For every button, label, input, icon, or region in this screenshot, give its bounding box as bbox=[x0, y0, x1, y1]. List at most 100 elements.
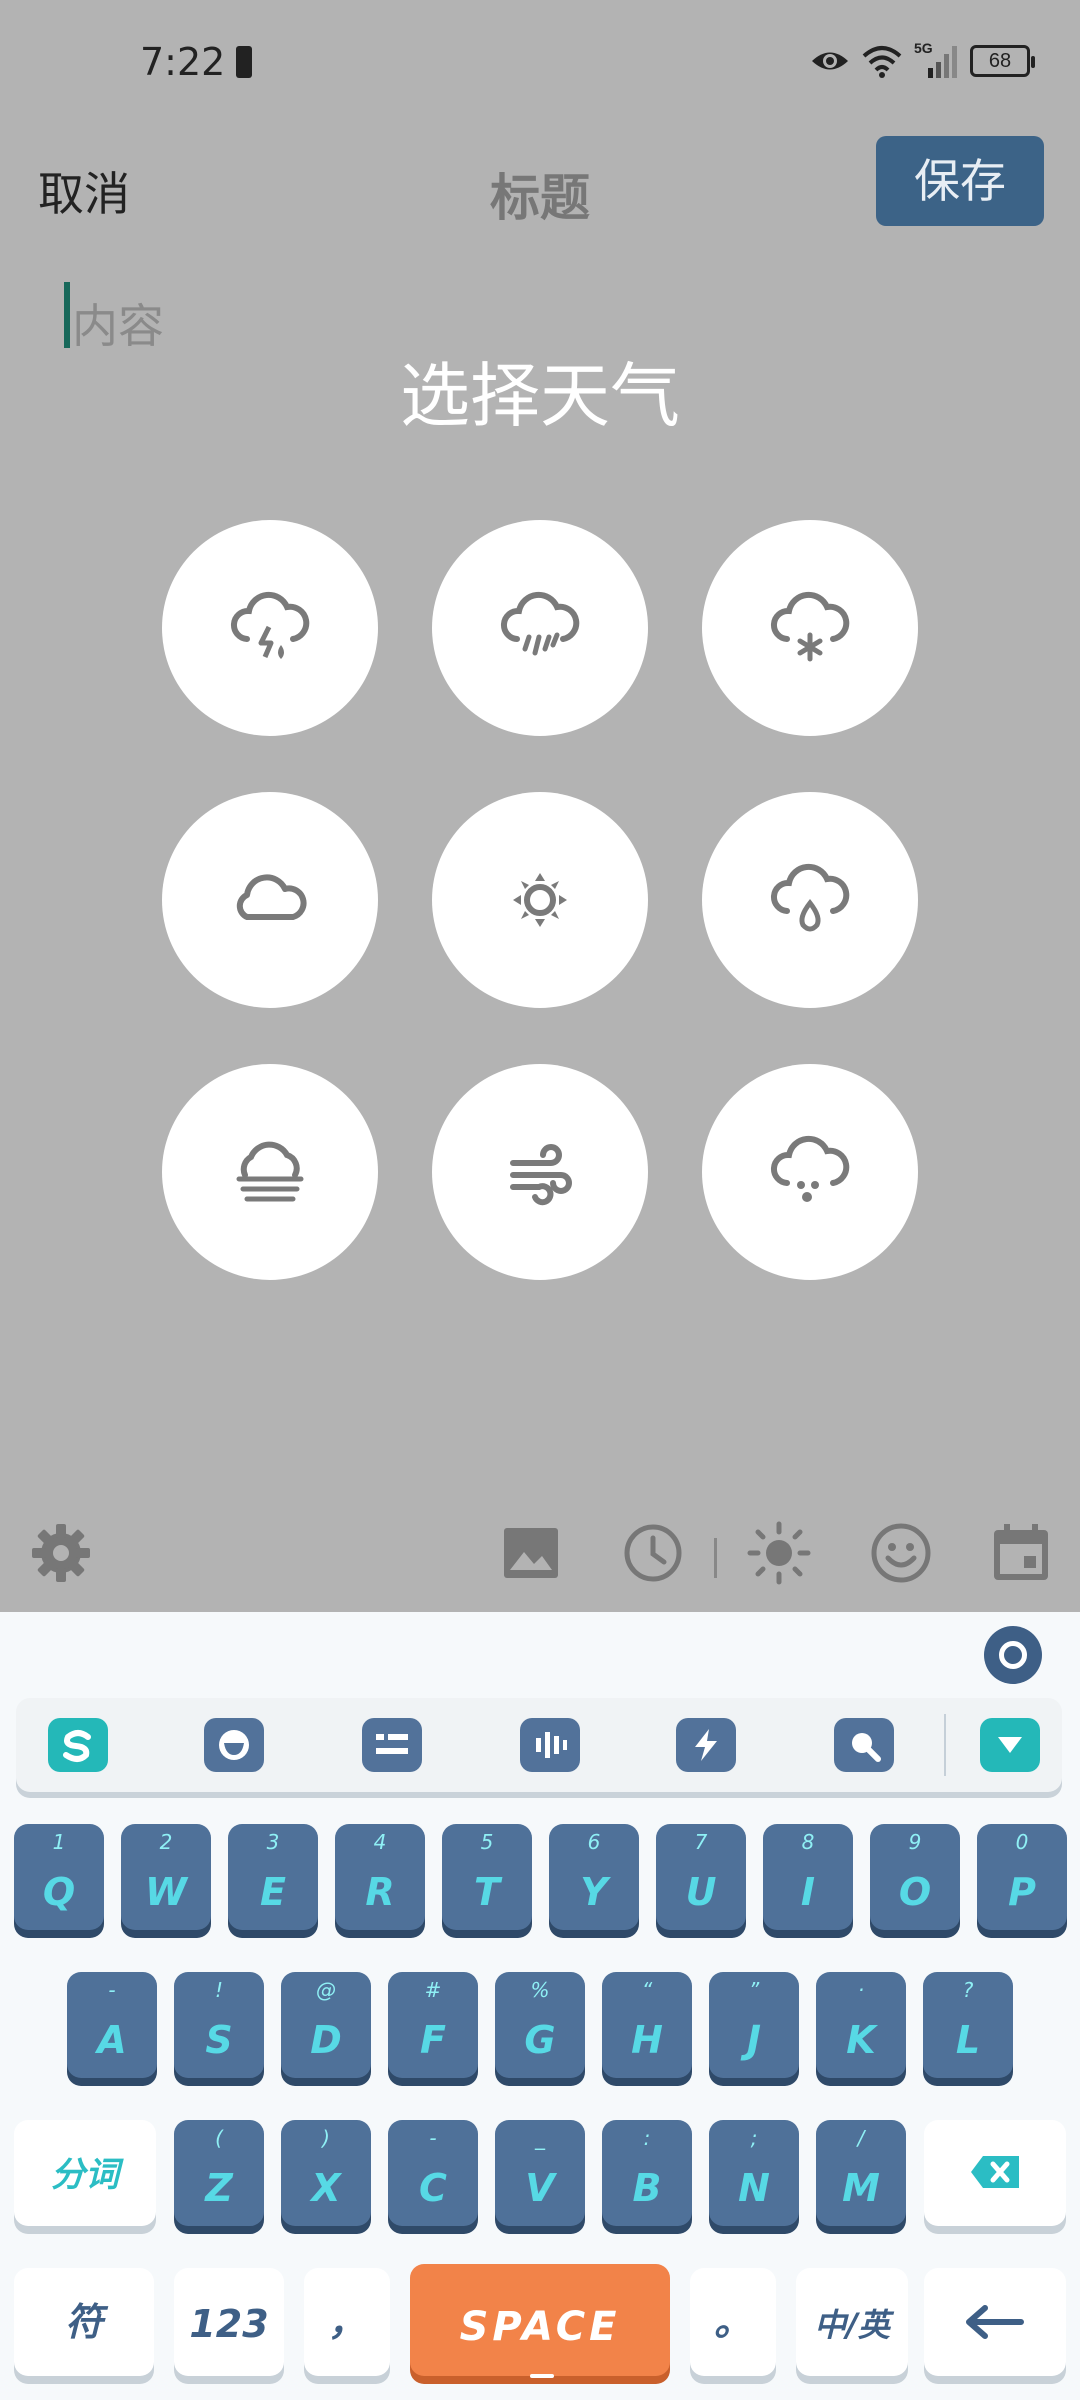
cancel-button[interactable]: 取消 bbox=[38, 158, 130, 224]
comma-key[interactable]: ， bbox=[304, 2268, 390, 2376]
backspace-key[interactable] bbox=[924, 2120, 1066, 2226]
settings-icon bbox=[32, 1524, 90, 1582]
key-j[interactable]: ” J bbox=[709, 1972, 799, 2078]
key-m[interactable]: / M bbox=[816, 2120, 906, 2226]
key-z[interactable]: (Z bbox=[174, 2120, 264, 2226]
kb-search-button[interactable] bbox=[834, 1718, 894, 1772]
kb-collapse-button[interactable] bbox=[980, 1718, 1040, 1772]
wind-icon bbox=[510, 1144, 572, 1206]
weather-option-hail[interactable] bbox=[702, 1064, 918, 1280]
enter-key[interactable] bbox=[924, 2268, 1066, 2376]
key-o[interactable]: 9O bbox=[870, 1824, 960, 1930]
lightning-icon bbox=[695, 1729, 717, 1761]
key-c[interactable]: -C bbox=[388, 2120, 478, 2226]
key-d[interactable]: @ D bbox=[281, 1972, 371, 2078]
key-t[interactable]: 5T bbox=[442, 1824, 532, 1930]
weather-grid bbox=[162, 520, 918, 1280]
battery-saver-icon bbox=[236, 46, 252, 78]
status-icons: 5G 68 bbox=[810, 40, 1035, 78]
key-l[interactable]: ? L bbox=[923, 1972, 1013, 2078]
emoji-icon bbox=[871, 1523, 931, 1583]
voice-bars-icon bbox=[536, 1732, 567, 1758]
toolbar-divider bbox=[714, 1538, 717, 1578]
drizzle-icon bbox=[770, 863, 850, 932]
calendar-icon bbox=[994, 1524, 1048, 1580]
battery-indicator: 68 bbox=[970, 45, 1035, 77]
calendar-button[interactable] bbox=[988, 1520, 1054, 1586]
key-e[interactable]: 3E bbox=[228, 1824, 318, 1930]
image-icon bbox=[504, 1528, 558, 1578]
key-w[interactable]: 2W bbox=[121, 1824, 211, 1930]
eye-icon bbox=[812, 52, 848, 70]
key-x[interactable]: ) X bbox=[281, 2120, 371, 2226]
key-h[interactable]: “H bbox=[602, 1972, 692, 2078]
symbol-key[interactable]: 符 bbox=[14, 2268, 154, 2376]
weather-option-drizzle[interactable] bbox=[702, 792, 918, 1008]
weather-option-sunny[interactable] bbox=[432, 792, 648, 1008]
cloudy-icon bbox=[236, 874, 307, 920]
key-s[interactable]: ! S bbox=[174, 1972, 264, 2078]
key-b[interactable]: :B bbox=[602, 2120, 692, 2226]
weather-option-wind[interactable] bbox=[432, 1064, 648, 1280]
key-f[interactable]: # F bbox=[388, 1972, 478, 2078]
fenci-key[interactable]: 分词 bbox=[14, 2120, 156, 2226]
key-a[interactable]: -A bbox=[67, 1972, 157, 2078]
key-q[interactable]: 1Q bbox=[14, 1824, 104, 1930]
weather-icon bbox=[747, 1521, 811, 1585]
fog-icon bbox=[236, 1141, 304, 1202]
weather-option-rain[interactable] bbox=[432, 520, 648, 736]
kb-clipboard-button[interactable] bbox=[362, 1718, 422, 1772]
period-key[interactable]: 。 bbox=[690, 2268, 776, 2376]
chevron-down-icon bbox=[998, 1737, 1022, 1753]
editor-toolbar bbox=[0, 1500, 1080, 1610]
kb-voice-button[interactable] bbox=[520, 1718, 580, 1772]
list-icon bbox=[376, 1734, 408, 1754]
snow-icon bbox=[770, 591, 850, 662]
time-button[interactable] bbox=[620, 1520, 686, 1586]
weather-option-cloudy[interactable] bbox=[162, 792, 378, 1008]
key-k[interactable]: · K bbox=[816, 1972, 906, 2078]
keyboard-toolbar bbox=[16, 1698, 1062, 1792]
signal-icon: 5G bbox=[914, 40, 958, 78]
kb-logo-button[interactable] bbox=[48, 1718, 108, 1772]
search-icon bbox=[852, 1733, 881, 1762]
emoji-face-icon bbox=[219, 1730, 249, 1760]
settings-button[interactable] bbox=[28, 1520, 94, 1586]
status-time: 7:22 bbox=[140, 40, 226, 84]
weather-option-fog[interactable] bbox=[162, 1064, 378, 1280]
save-button[interactable]: 保存 bbox=[876, 136, 1044, 226]
key-g[interactable]: % G bbox=[495, 1972, 585, 2078]
clock-icon bbox=[624, 1524, 682, 1582]
emoji-button[interactable] bbox=[868, 1520, 934, 1586]
space-bar-indicator bbox=[530, 2374, 554, 2378]
weather-option-thunderstorm[interactable] bbox=[162, 520, 378, 736]
image-button[interactable] bbox=[498, 1520, 564, 1586]
language-switch-key[interactable]: 中/英 bbox=[796, 2268, 908, 2376]
sogou-logo-icon bbox=[63, 1730, 91, 1762]
number-key[interactable]: 123 bbox=[174, 2268, 284, 2376]
wifi-icon bbox=[862, 46, 902, 78]
sunny-icon bbox=[513, 873, 567, 927]
kb-toolbar-divider bbox=[944, 1714, 946, 1776]
weather-dialog-title: 选择天气 bbox=[400, 355, 680, 437]
kb-emoji-button[interactable] bbox=[204, 1718, 264, 1772]
key-n[interactable]: ; N bbox=[709, 2120, 799, 2226]
header: 取消 标题 保存 bbox=[0, 130, 1080, 250]
key-r[interactable]: 4R bbox=[335, 1824, 425, 1930]
key-v[interactable]: _ V bbox=[495, 2120, 585, 2226]
weather-option-snow[interactable] bbox=[702, 520, 918, 736]
rain-icon bbox=[500, 591, 580, 656]
keyboard: 1Q 2W 3E 4R 5T 6Y 7U 8I 9O 0P -A ! S @ D #… bbox=[0, 1612, 1080, 2400]
key-y[interactable]: 6Y bbox=[549, 1824, 639, 1930]
arrow-left-icon bbox=[966, 2305, 1024, 2339]
status-bar: 7:22 5G 68 bbox=[0, 0, 1080, 130]
weather-button[interactable] bbox=[746, 1520, 812, 1586]
keyboard-float-button[interactable] bbox=[984, 1626, 1042, 1684]
key-u[interactable]: 7U bbox=[656, 1824, 746, 1930]
text-cursor bbox=[64, 282, 70, 348]
key-i[interactable]: 8I bbox=[763, 1824, 853, 1930]
space-key[interactable]: SPACE bbox=[410, 2264, 670, 2378]
kb-quick-button[interactable] bbox=[676, 1718, 736, 1772]
thunderstorm-icon bbox=[230, 591, 310, 659]
key-p[interactable]: 0P bbox=[977, 1824, 1067, 1930]
